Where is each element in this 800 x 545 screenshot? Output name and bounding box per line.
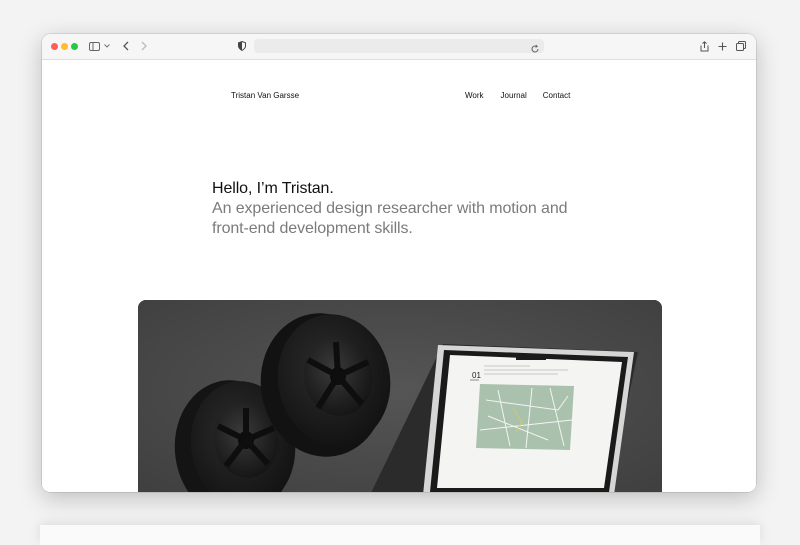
shield-icon[interactable] [237, 40, 247, 52]
nav-contact[interactable]: Contact [543, 91, 571, 100]
minimize-window-button[interactable] [61, 43, 68, 50]
forward-icon[interactable] [139, 40, 148, 52]
nav-work[interactable]: Work [465, 91, 484, 100]
featured-render: 01 [138, 300, 662, 492]
main-nav: Work Journal Contact [465, 91, 570, 100]
hero-intro: Hello, I’m Tristan. An experienced desig… [212, 179, 592, 239]
featured-project-image[interactable]: 01 [138, 300, 662, 492]
site-name-link[interactable]: Tristan Van Garsse [231, 91, 299, 100]
webpage: Tristan Van Garsse Work Journal Contact … [42, 60, 756, 492]
chevron-down-icon[interactable] [103, 40, 111, 52]
reload-icon[interactable] [530, 41, 540, 53]
next-window-edge [40, 525, 760, 545]
share-icon[interactable] [699, 40, 709, 52]
hero-title: Hello, I’m Tristan. [212, 180, 334, 197]
close-window-button[interactable] [51, 43, 58, 50]
nav-journal[interactable]: Journal [501, 91, 527, 100]
zoom-window-button[interactable] [71, 43, 78, 50]
address-bar[interactable] [254, 39, 544, 53]
hero-subtitle: An experienced design researcher with mo… [212, 200, 568, 237]
browser-window: Tristan Van Garsse Work Journal Contact … [42, 34, 756, 492]
back-icon[interactable] [121, 40, 130, 52]
tabs-icon[interactable] [735, 40, 747, 52]
browser-toolbar [42, 34, 756, 60]
screen-number: 01 [472, 371, 481, 380]
sidebar-icon[interactable] [89, 40, 100, 52]
plus-icon[interactable] [717, 40, 727, 52]
